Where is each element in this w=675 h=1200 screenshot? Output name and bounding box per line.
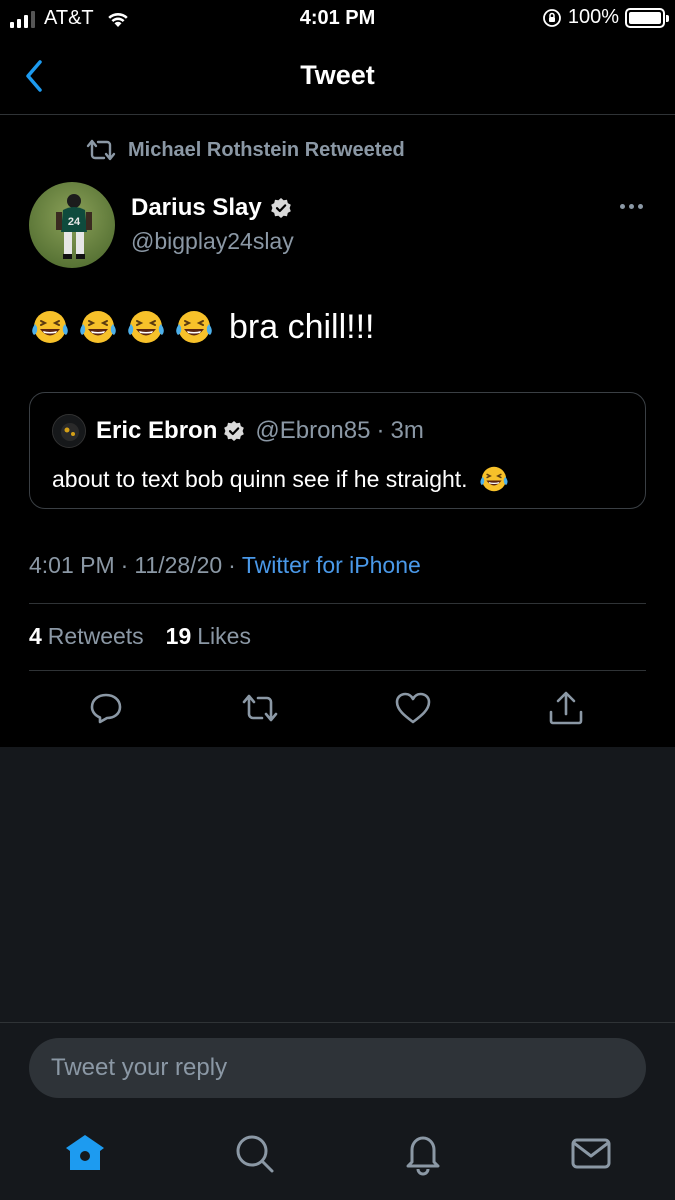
status-bar: AT&T 4:01 PM 100%: [0, 0, 675, 40]
divider: [0, 1022, 675, 1023]
retweet-context-label: Michael Rothstein Retweeted: [128, 138, 405, 161]
page-title: Tweet: [300, 60, 375, 90]
divider: [29, 670, 646, 671]
reply-icon[interactable]: [86, 688, 126, 728]
reply-input[interactable]: [51, 1038, 611, 1098]
divider: [29, 603, 646, 604]
retweet-icon: [86, 139, 116, 161]
laughing-tears-emoji-icon: [80, 311, 116, 343]
avatar[interactable]: 24: [29, 182, 115, 268]
mail-icon[interactable]: [568, 1130, 614, 1176]
tweet-actions: [0, 688, 675, 732]
quoted-handle: @Ebron85: [255, 417, 371, 444]
share-icon[interactable]: [546, 688, 586, 728]
retweet-icon[interactable]: [240, 688, 280, 728]
author-name: Darius Slay: [131, 194, 262, 221]
quoted-name: Eric Ebron: [96, 417, 218, 444]
tweet-date: 11/28/20: [134, 552, 223, 578]
home-icon[interactable]: [62, 1130, 108, 1176]
verified-icon: [224, 421, 245, 441]
emoji-group: [29, 306, 215, 348]
more-icon[interactable]: [620, 204, 643, 209]
battery-percent: 100%: [567, 6, 619, 28]
tweet-body: bra chill!!!: [29, 306, 375, 348]
likes-label[interactable]: Likes: [197, 623, 251, 650]
laughing-tears-emoji-icon: [480, 466, 508, 492]
likes-count[interactable]: 19: [166, 623, 192, 650]
laughing-tears-emoji-icon: [176, 311, 212, 343]
quoted-avatar: [52, 414, 86, 448]
quoted-tweet-card[interactable]: Eric Ebron @Ebron85 · 3m about to text b…: [29, 392, 646, 509]
retweet-context[interactable]: Michael Rothstein Retweeted: [84, 138, 405, 162]
heart-icon[interactable]: [393, 688, 433, 728]
laughing-tears-emoji-icon: [128, 311, 164, 343]
quoted-text: about to text bob quinn see if he straig…: [52, 465, 468, 492]
divider: [0, 114, 675, 115]
search-icon[interactable]: [231, 1130, 277, 1176]
nav-bar: Tweet: [0, 50, 675, 110]
orientation-lock-icon: [542, 8, 561, 27]
bell-icon[interactable]: [400, 1130, 446, 1176]
author-handle: @bigplay24slay: [131, 228, 294, 254]
tweet-time: 4:01 PM: [29, 552, 115, 578]
tweet-stats: 4 Retweets 19 Likes: [29, 623, 251, 650]
battery-icon: [625, 7, 669, 28]
retweets-label[interactable]: Retweets: [48, 623, 144, 650]
tweet-source-link[interactable]: Twitter for iPhone: [242, 552, 421, 579]
svg-text:24: 24: [68, 216, 81, 228]
retweets-count[interactable]: 4: [29, 623, 42, 650]
author-block[interactable]: Darius Slay @bigplay24slay: [131, 194, 294, 255]
reply-box[interactable]: [29, 1038, 646, 1098]
tweet-meta: 4:01 PM · 11/28/20 · Twitter for iPhone: [29, 552, 421, 579]
tweet-text: bra chill!!!: [229, 307, 375, 346]
tab-bar: [0, 1130, 675, 1190]
laughing-tears-emoji-icon: [32, 311, 68, 343]
quoted-time: 3m: [390, 417, 424, 444]
verified-icon: [270, 198, 291, 218]
